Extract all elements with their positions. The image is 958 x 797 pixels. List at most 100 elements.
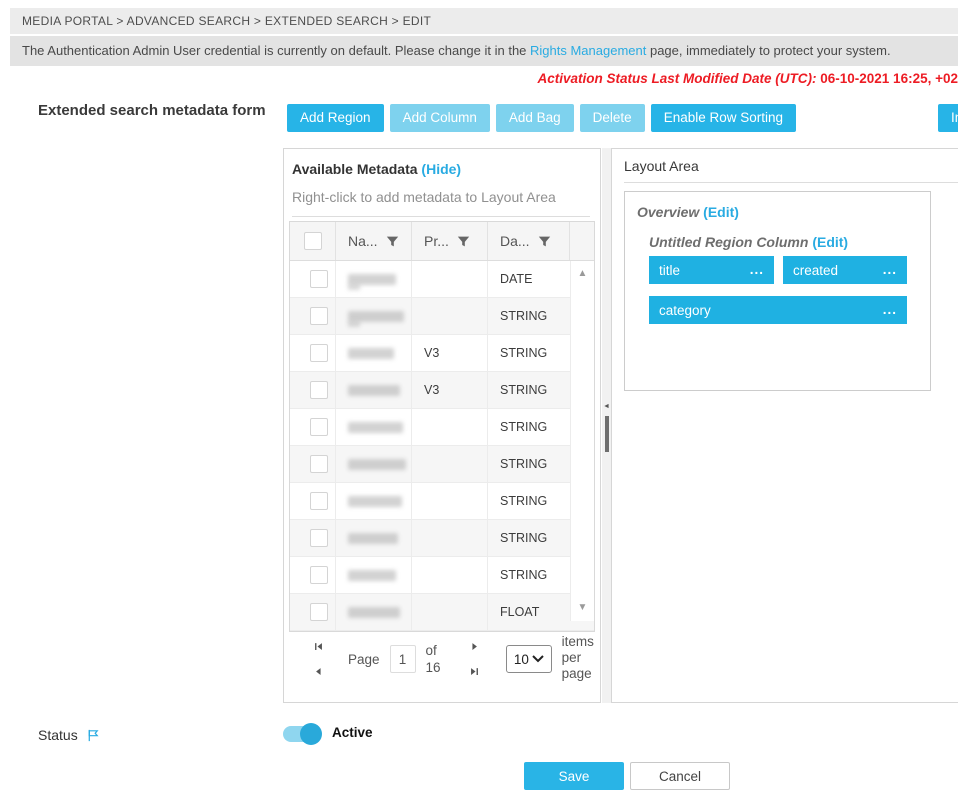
page-size-select[interactable]: 10 [506,645,552,673]
row-checkbox[interactable] [310,270,328,288]
available-metadata-header: Available Metadata (Hide) [292,161,461,177]
region-edit-link[interactable]: (Edit) [812,234,848,250]
filter-icon[interactable] [538,235,551,248]
flag-icon [86,728,101,743]
layout-chip-category[interactable]: category ... [649,296,907,324]
panel-splitter[interactable]: ◄ [602,148,611,703]
row-checkbox[interactable] [310,344,328,362]
status-label: Status [38,727,78,743]
last-page-icon[interactable] [469,666,480,677]
table-row[interactable]: STRING [290,520,594,557]
breadcrumb-text: MEDIA PORTAL > ADVANCED SEARCH > EXTENDE… [22,14,431,28]
datatype-cell: STRING [488,335,570,371]
scroll-down-icon[interactable]: ▼ [578,603,588,613]
datatype-cell: STRING [488,557,570,593]
table-scrollbar[interactable]: ▲ ▼ [570,261,594,621]
redacted-name [348,607,400,618]
layout-area-panel: Layout Area Overview (Edit) Untitled Reg… [611,148,958,703]
scroll-up-icon[interactable]: ▲ [578,269,588,279]
row-checkbox[interactable] [310,307,328,325]
enable-row-sorting-button[interactable]: Enable Row Sorting [651,104,796,132]
page-label: Page [348,652,380,667]
prev-page-icon[interactable] [313,666,324,677]
filter-icon[interactable] [386,235,399,248]
select-all-checkbox[interactable] [304,232,322,250]
status-row: Status [38,727,101,743]
of-label: of [426,643,437,658]
layout-area-title: Layout Area [624,158,699,174]
pagination: Page of 16 10 items per page [289,626,595,692]
splitter-handle[interactable] [605,416,609,452]
table-row[interactable]: STRING [290,483,594,520]
chip-label: created [793,263,838,278]
activation-label: Activation Status Last Modified Date (UT… [537,71,816,86]
metadata-table: Na... Pr... Da... DATE [289,221,595,632]
table-row[interactable]: DATE [290,261,594,298]
row-checkbox[interactable] [310,418,328,436]
row-checkbox[interactable] [310,603,328,621]
row-checkbox[interactable] [310,455,328,473]
items-per-page-label: items per page [562,634,595,684]
hide-link[interactable]: (Hide) [421,161,461,177]
delete-button[interactable]: Delete [580,104,645,132]
property-cell [412,594,488,630]
datatype-cell: STRING [488,520,570,556]
add-column-button[interactable]: Add Column [390,104,490,132]
table-row[interactable]: V3 STRING [290,372,594,409]
table-row[interactable]: STRING [290,446,594,483]
chip-menu-icon[interactable]: ... [883,307,897,313]
row-checkbox[interactable] [310,492,328,510]
next-page-icon[interactable] [469,641,480,652]
page-number-input[interactable] [390,645,416,673]
layout-chip-title[interactable]: title ... [649,256,774,284]
activation-status-note: Activation Status Last Modified Date (UT… [537,71,958,86]
layout-chip-created[interactable]: created ... [783,256,907,284]
status-value: Active [332,725,373,740]
overview-edit-link[interactable]: (Edit) [703,204,739,220]
status-toggle[interactable] [283,726,319,742]
chip-menu-icon[interactable]: ... [750,267,764,273]
property-cell [412,446,488,482]
redacted-name [348,385,400,396]
datatype-cell: FLOAT [488,594,570,630]
redacted-name [348,570,396,581]
table-row[interactable]: STRING [290,298,594,335]
column-header-name[interactable]: Na... [348,233,378,249]
toolbar-right-cut-button[interactable]: In [938,104,958,132]
toggle-knob[interactable] [300,723,322,745]
warning-banner: The Authentication Admin User credential… [10,36,958,66]
table-row[interactable]: STRING [290,557,594,594]
property-cell [412,520,488,556]
metadata-table-header: Na... Pr... Da... [290,222,594,261]
chip-menu-icon[interactable]: ... [883,267,897,273]
datatype-cell: DATE [488,261,570,297]
total-pages: 16 [426,660,441,675]
row-checkbox[interactable] [310,381,328,399]
splitter-collapse-icon[interactable]: ◄ [603,403,610,410]
metadata-hint: Right-click to add metadata to Layout Ar… [292,189,590,217]
warning-text-pre: The Authentication Admin User credential… [22,43,530,58]
available-metadata-panel: Available Metadata (Hide) Right-click to… [283,148,601,703]
column-header-datatype[interactable]: Da... [500,233,530,249]
cancel-button[interactable]: Cancel [630,762,730,790]
first-page-icon[interactable] [313,641,324,652]
table-row[interactable]: V3 STRING [290,335,594,372]
page: MEDIA PORTAL > ADVANCED SEARCH > EXTENDE… [0,0,958,797]
add-region-button[interactable]: Add Region [287,104,384,132]
row-checkbox[interactable] [310,529,328,547]
rights-management-link[interactable]: Rights Management [530,43,646,58]
add-bag-button[interactable]: Add Bag [496,104,574,132]
redacted-name [348,348,394,359]
row-checkbox[interactable] [310,566,328,584]
filter-icon[interactable] [457,235,470,248]
save-button[interactable]: Save [524,762,624,790]
redacted-name [348,422,403,433]
redacted-name [348,274,396,285]
property-cell [412,261,488,297]
table-row[interactable]: STRING [290,409,594,446]
region-label: Untitled Region Column [649,234,808,250]
redacted-name [348,533,398,544]
property-cell [412,409,488,445]
column-header-property[interactable]: Pr... [424,233,449,249]
property-cell: V3 [412,372,488,408]
